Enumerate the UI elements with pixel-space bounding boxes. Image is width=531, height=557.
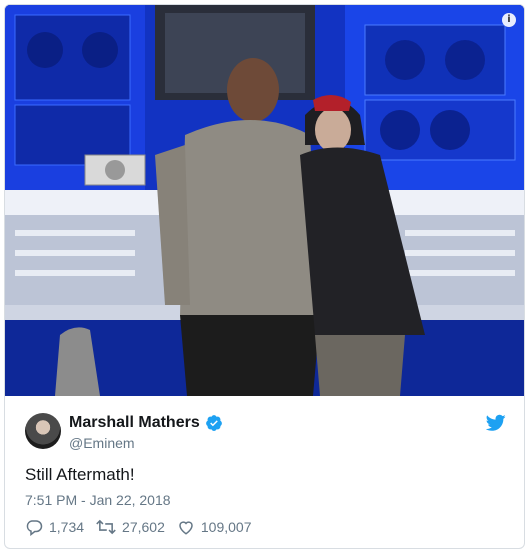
heart-icon xyxy=(179,521,193,535)
like-button[interactable]: 109,007 xyxy=(177,518,252,536)
avatar[interactable] xyxy=(25,413,61,449)
retweet-count: 27,602 xyxy=(122,519,165,535)
author-name[interactable]: Marshall Mathers xyxy=(69,414,200,432)
info-icon[interactable]: i xyxy=(502,13,516,27)
author-handle[interactable]: @Eminem xyxy=(69,435,135,451)
like-count: 109,007 xyxy=(200,519,252,535)
tweet-body: Marshall Mathers @Eminem Still Aftermath… xyxy=(5,396,524,548)
tweet-photo[interactable]: i xyxy=(5,5,524,396)
reply-button[interactable]: 1,734 xyxy=(25,518,84,536)
tweet-text: Still Aftermath! xyxy=(25,465,135,484)
retweet-button[interactable]: 27,602 xyxy=(96,518,165,536)
tweet-timestamp[interactable]: 7:51 PM - Jan 22, 2018 xyxy=(25,492,171,508)
retweet-icon xyxy=(96,519,116,535)
tweet-actions: 1,734 27,602 109,007 xyxy=(25,518,263,536)
tweet-card[interactable]: i Marshall Mathers @Eminem Still Afterma… xyxy=(4,4,525,549)
verified-badge-icon xyxy=(206,415,222,431)
reply-count: 1,734 xyxy=(49,519,85,535)
reply-icon xyxy=(26,520,43,536)
twitter-bird-icon[interactable] xyxy=(486,414,506,432)
studio-photo-illustration xyxy=(5,5,524,396)
